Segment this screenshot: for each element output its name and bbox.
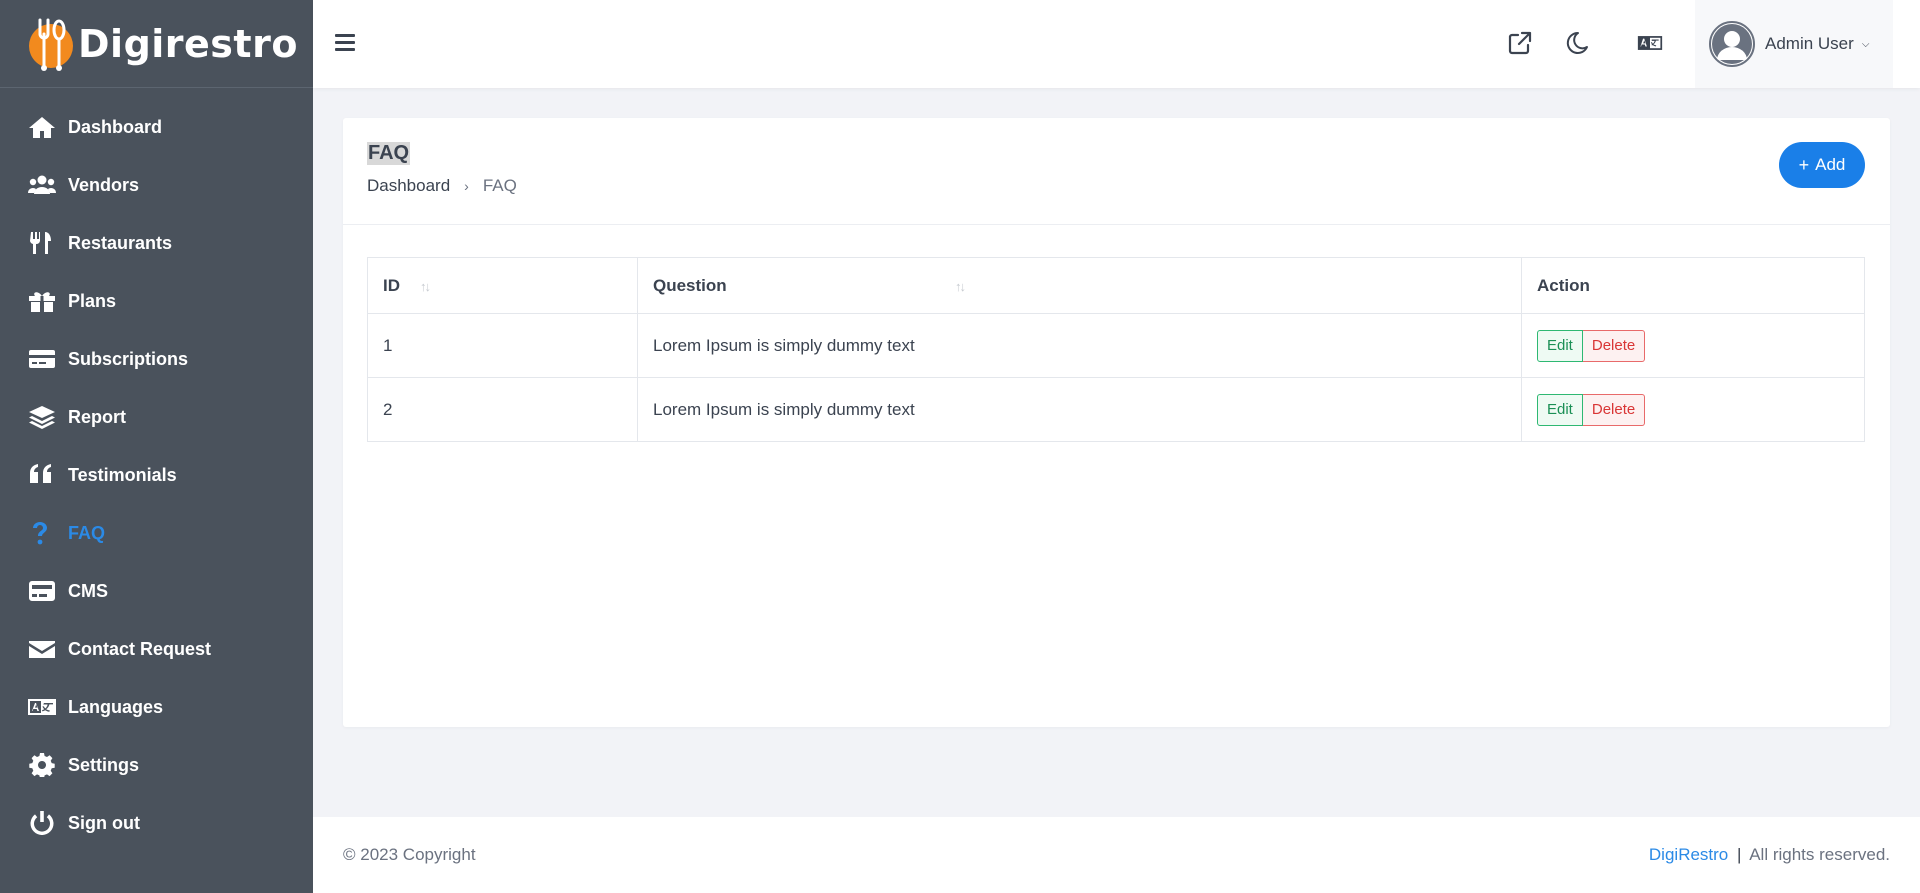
sort-icon[interactable]: ↑↓: [955, 279, 966, 294]
sidebar-item-report[interactable]: Report: [0, 388, 313, 446]
brand-name: Digirestro: [78, 21, 298, 66]
sidebar-item-label: Sign out: [68, 812, 140, 833]
cell-question: Lorem Ipsum is simply dummy text: [637, 377, 1522, 442]
question-icon: [28, 520, 58, 546]
language-icon[interactable]: [1637, 30, 1665, 58]
sidebar-item-label: Settings: [68, 754, 140, 775]
sidebar-item-cms[interactable]: CMS: [0, 562, 313, 620]
sidebar-item-restaurants[interactable]: Restaurants: [0, 214, 313, 272]
sidebar-item-label: Dashboard: [68, 116, 163, 137]
add-button[interactable]: + Add: [1779, 142, 1865, 188]
sidebar-item-label: Report: [68, 406, 126, 427]
footer-right: DigiRestro | All rights reserved.: [1649, 845, 1890, 865]
credit-card-icon: [28, 346, 58, 372]
cell-id: 1: [367, 313, 638, 378]
sidebar-item-label: Vendors: [68, 174, 140, 195]
gear-icon: [28, 752, 58, 778]
faq-table: ID ↑↓ Question ↑↓ Action 1 Lorem Ipsum i…: [367, 257, 1865, 442]
chevron-down-icon: ⌵: [1861, 38, 1870, 50]
page-title: FAQ: [367, 142, 411, 165]
moon-icon[interactable]: [1564, 30, 1592, 58]
footer-brand-link[interactable]: DigiRestro: [1649, 845, 1728, 864]
sidebar-item-faq[interactable]: FAQ: [0, 504, 313, 562]
avatar: [1709, 21, 1755, 67]
cell-question: Lorem Ipsum is simply dummy text: [637, 313, 1522, 378]
table-row: 2 Lorem Ipsum is simply dummy text Edit …: [367, 377, 1865, 442]
table-header-row: ID ↑↓ Question ↑↓ Action: [367, 257, 1865, 314]
sidebar-item-sign-out[interactable]: Sign out: [0, 794, 313, 852]
user-name: Admin User: [1765, 34, 1854, 53]
cell-action: Edit Delete: [1521, 313, 1865, 378]
sidebar-item-label: Languages: [68, 696, 164, 717]
sidebar-item-plans[interactable]: Plans: [0, 272, 313, 330]
column-header-id[interactable]: ID ↑↓: [367, 257, 638, 314]
quote-icon: [28, 462, 58, 488]
card-header: FAQ Dashboard › FAQ + Add: [343, 118, 1890, 225]
sidebar-item-contact-request[interactable]: Contact Request: [0, 620, 313, 678]
plus-icon: +: [1798, 154, 1810, 175]
sidebar-item-dashboard[interactable]: Dashboard: [0, 98, 313, 156]
sidebar-item-settings[interactable]: Settings: [0, 736, 313, 794]
sidebar-item-vendors[interactable]: Vendors: [0, 156, 313, 214]
table-row: 1 Lorem Ipsum is simply dummy text Edit …: [367, 313, 1865, 378]
footer-separator: |: [1737, 845, 1742, 864]
add-button-label: Add: [1815, 155, 1846, 174]
envelope-icon: [28, 636, 58, 662]
cell-action: Edit Delete: [1521, 377, 1865, 442]
edit-button[interactable]: Edit: [1537, 393, 1583, 426]
home-icon: [28, 114, 58, 140]
delete-button[interactable]: Delete: [1582, 329, 1646, 362]
sidebar-nav: Dashboard Vendors Restaurants Plans Subs…: [0, 88, 313, 852]
breadcrumb-separator: ›: [464, 178, 469, 194]
cms-card-icon: [28, 578, 58, 604]
sidebar-item-label: Subscriptions: [68, 348, 189, 369]
brand[interactable]: Digirestro: [0, 0, 313, 88]
copyright-text: © 2023 Copyright: [343, 845, 476, 864]
sidebar-item-label: Testimonials: [68, 464, 177, 485]
sidebar-item-testimonials[interactable]: Testimonials: [0, 446, 313, 504]
sidebar-item-subscriptions[interactable]: Subscriptions: [0, 330, 313, 388]
column-header-label: ID: [383, 275, 400, 295]
layers-icon: [28, 404, 58, 430]
column-header-label: Action: [1537, 275, 1590, 295]
faq-card: FAQ Dashboard › FAQ + Add ID ↑↓ Question…: [343, 118, 1890, 727]
sidebar-item-label: CMS: [68, 580, 108, 601]
user-menu[interactable]: Admin User ⌵: [1695, 0, 1893, 88]
gift-icon: [28, 288, 58, 314]
edit-button[interactable]: Edit: [1537, 329, 1583, 362]
sidebar: Digirestro Dashboard Vendors Restaurants…: [0, 0, 313, 893]
delete-button[interactable]: Delete: [1582, 393, 1646, 426]
cell-id: 2: [367, 377, 638, 442]
breadcrumb-dashboard-link[interactable]: Dashboard: [367, 176, 450, 196]
power-icon: [28, 810, 58, 836]
menu-toggle-icon[interactable]: [335, 30, 357, 56]
sidebar-item-label: Plans: [68, 290, 117, 311]
action-button-group: Edit Delete: [1537, 329, 1646, 362]
rights-text: All rights reserved.: [1749, 845, 1890, 864]
top-header: Admin User ⌵: [313, 0, 1920, 88]
column-header-question[interactable]: Question ↑↓: [637, 257, 1522, 314]
logo-icon: [29, 18, 73, 71]
external-link-icon[interactable]: [1507, 30, 1535, 58]
sidebar-item-languages[interactable]: Languages: [0, 678, 313, 736]
sidebar-item-label: Restaurants: [68, 232, 173, 253]
column-header-action: Action: [1521, 257, 1865, 314]
action-button-group: Edit Delete: [1537, 393, 1646, 426]
utensils-icon: [28, 230, 58, 256]
sidebar-item-label: FAQ: [68, 522, 106, 543]
column-header-label: Question: [653, 275, 727, 295]
users-icon: [28, 172, 58, 198]
breadcrumb-current: FAQ: [482, 176, 517, 195]
language-icon: [28, 694, 58, 720]
sidebar-item-label: Contact Request: [68, 638, 212, 659]
breadcrumb: Dashboard › FAQ: [367, 176, 517, 196]
footer: © 2023 Copyright DigiRestro | All rights…: [313, 817, 1920, 893]
sort-icon[interactable]: ↑↓: [420, 279, 431, 294]
